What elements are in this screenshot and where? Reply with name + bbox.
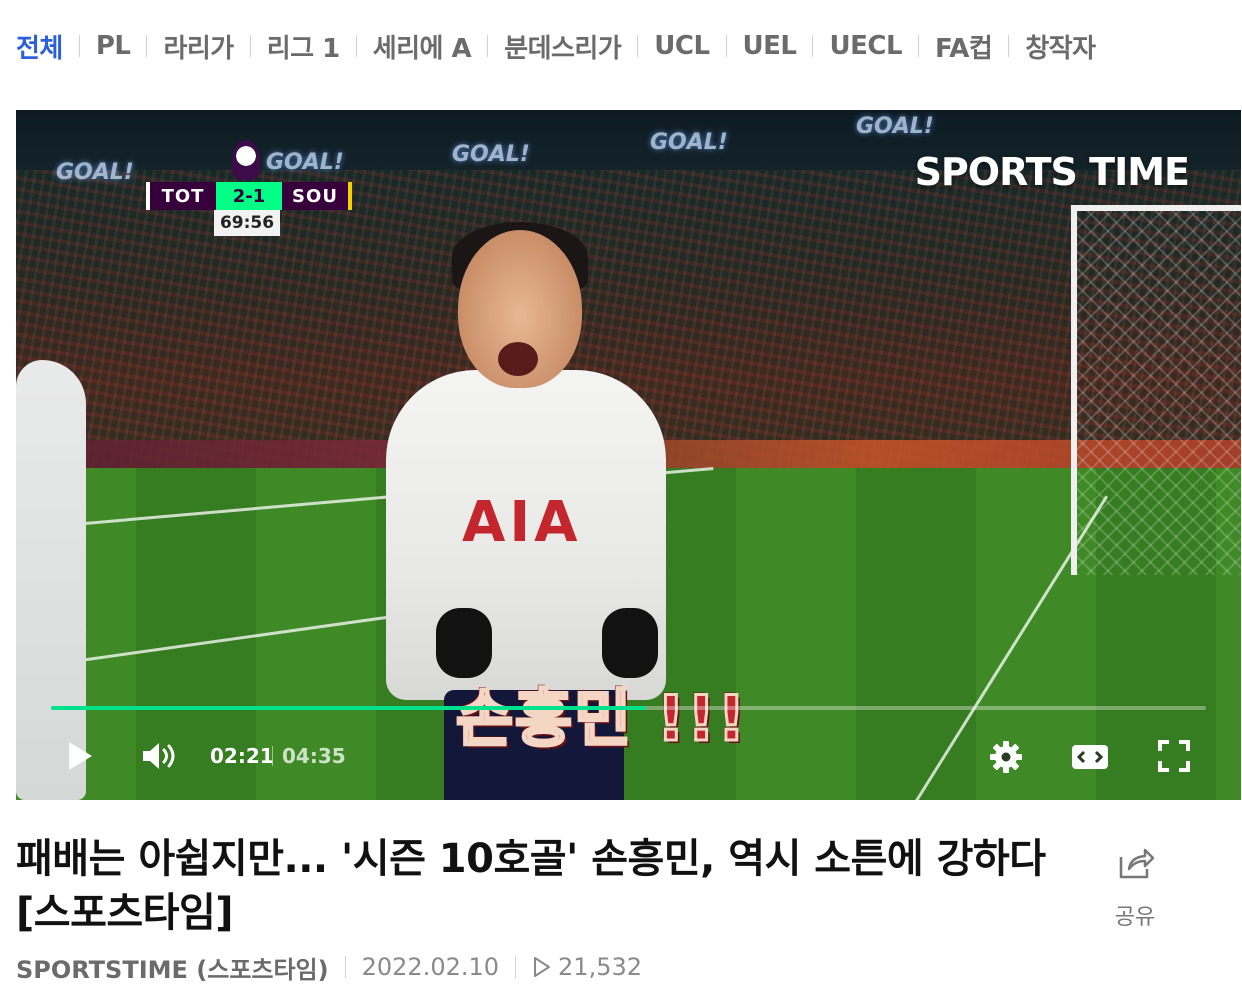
premier-league-logo <box>232 140 260 180</box>
video-progress-fill <box>51 706 646 710</box>
settings-button[interactable] <box>986 738 1026 776</box>
video-frame-goal-net <box>1071 205 1241 575</box>
channel-name[interactable]: SPORTSTIME (스포츠타임) <box>16 950 329 985</box>
upload-date: 2022.02.10 <box>361 953 500 981</box>
goal-sign-text: GOAL! <box>266 150 344 175</box>
volume-button[interactable] <box>140 738 180 774</box>
meta-divider <box>344 956 346 978</box>
nav-divider <box>918 35 920 57</box>
nav-item-uecl[interactable]: UECL <box>829 31 902 61</box>
goal-sign-text: GOAL! <box>452 142 530 167</box>
nav-divider <box>355 35 357 57</box>
match-scoreboard: TOT 2-1 SOU <box>146 182 352 210</box>
fullscreen-icon <box>1158 740 1190 772</box>
time-divider <box>272 746 273 766</box>
total-duration: 04:35 <box>282 744 346 768</box>
league-category-nav: 전체 PL 라리가 리그 1 세리에 A 분데스리가 UCL UEL UECL … <box>16 26 1096 66</box>
theater-mode-icon <box>1072 745 1108 769</box>
meta-divider <box>515 956 517 978</box>
nav-divider <box>812 35 814 57</box>
video-progress-bar[interactable] <box>51 706 1206 710</box>
match-clock: 69:56 <box>214 210 280 236</box>
goal-sign-text: GOAL! <box>56 160 134 185</box>
theater-mode-button[interactable] <box>1070 740 1110 774</box>
video-controls: 02:21 04:35 <box>16 730 1241 784</box>
play-button[interactable] <box>62 738 98 774</box>
away-team-label: SOU <box>282 182 352 210</box>
nav-divider <box>637 35 639 57</box>
nav-item-pl[interactable]: PL <box>96 31 131 61</box>
current-time: 02:21 <box>210 744 274 768</box>
match-score: 2-1 <box>216 182 282 210</box>
nav-item-bundesliga[interactable]: 분데스리가 <box>504 28 622 65</box>
share-label: 공유 <box>1114 905 1156 930</box>
goal-sign-text: GOAL! <box>856 114 934 139</box>
nav-item-laliga[interactable]: 라리가 <box>163 28 234 65</box>
nav-item-serie-a[interactable]: 세리에 A <box>373 28 472 65</box>
share-icon <box>1119 848 1155 879</box>
view-count-value: 21,532 <box>558 953 643 981</box>
video-meta: SPORTSTIME (스포츠타임) 2022.02.10 21,532 <box>16 950 642 984</box>
play-icon <box>69 742 92 770</box>
volume-icon <box>143 743 175 769</box>
nav-item-all[interactable]: 전체 <box>16 28 63 65</box>
broadcaster-logo: SPORTS TIME <box>914 150 1190 194</box>
nav-divider <box>146 35 148 57</box>
share-button[interactable]: 공유 <box>1104 845 1166 931</box>
home-team-label: TOT <box>146 182 216 210</box>
nav-item-uel[interactable]: UEL <box>743 31 797 61</box>
nav-item-creators[interactable]: 창작자 <box>1025 28 1096 65</box>
nav-divider <box>249 35 251 57</box>
nav-item-fa-cup[interactable]: FA컵 <box>935 28 993 65</box>
nav-item-ligue1[interactable]: 리그 1 <box>267 28 340 65</box>
shirt-sponsor-text: AIA <box>462 490 582 555</box>
goal-sign-text: GOAL! <box>650 130 728 155</box>
nav-divider <box>487 35 489 57</box>
video-player[interactable]: GOAL! GOAL! GOAL! GOAL! GOAL! AIA TOT 2-… <box>16 110 1241 800</box>
play-count-icon <box>534 957 551 977</box>
fullscreen-button[interactable] <box>1156 738 1192 774</box>
nav-divider <box>1008 35 1010 57</box>
nav-divider <box>725 35 727 57</box>
nav-divider <box>78 35 80 57</box>
video-title: 패배는 아쉽지만... '시즌 10호골' 손흥민, 역시 소튼에 강하다 [스… <box>16 836 1046 936</box>
nav-item-ucl[interactable]: UCL <box>654 31 710 61</box>
gear-icon <box>990 741 1022 773</box>
view-count: 21,532 <box>532 953 642 981</box>
